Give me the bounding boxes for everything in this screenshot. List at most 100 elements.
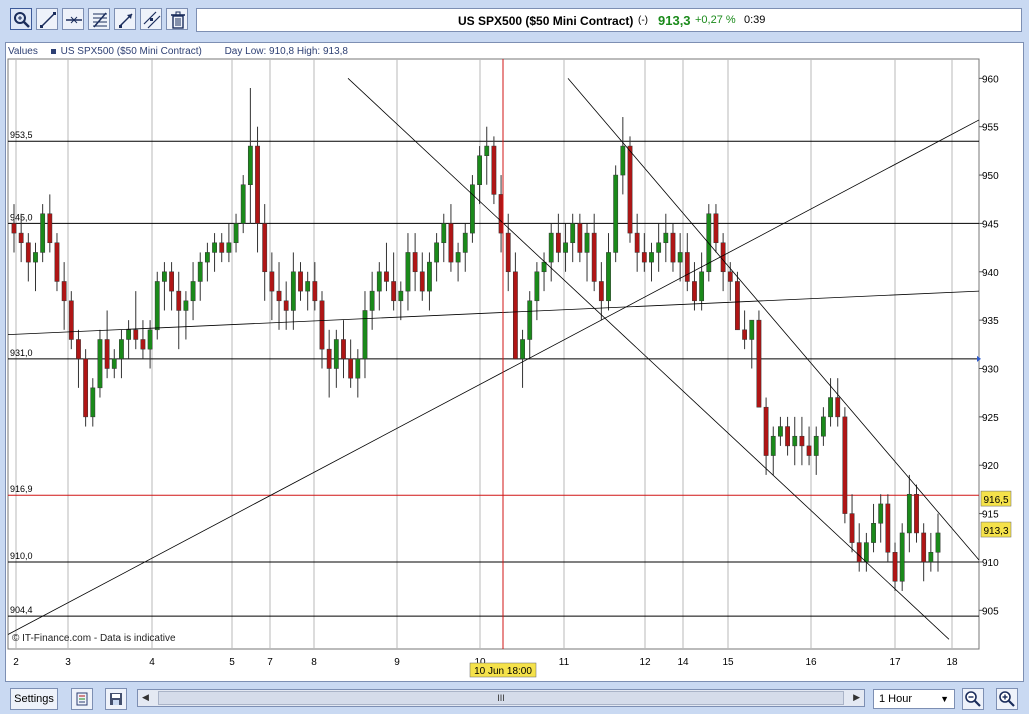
candle-down bbox=[763, 406, 769, 456]
candle-up bbox=[240, 184, 246, 224]
trash-icon[interactable] bbox=[166, 8, 188, 30]
arrow-tool-icon[interactable] bbox=[114, 8, 136, 30]
candle-down bbox=[634, 232, 640, 253]
candle-down bbox=[591, 232, 597, 282]
candle-down bbox=[133, 329, 139, 340]
y-tick-label: 940 bbox=[982, 268, 999, 279]
candle-up bbox=[190, 281, 196, 302]
horizontal-level-label: 916,9 bbox=[10, 484, 33, 494]
zoom-out-button[interactable] bbox=[962, 688, 984, 710]
scroll-right-icon[interactable]: ▶ bbox=[853, 692, 860, 703]
legend-series-swatch bbox=[50, 48, 56, 54]
candle-up bbox=[541, 261, 547, 273]
candle-down bbox=[169, 271, 174, 292]
candle-up bbox=[333, 339, 339, 369]
candle-down bbox=[627, 145, 633, 234]
candle-up bbox=[928, 552, 934, 563]
candle-down bbox=[104, 339, 110, 369]
bottom-toolbar: Settings ◀ III ▶ 1 Hour ▼ bbox=[0, 684, 1029, 714]
candle-up bbox=[663, 232, 669, 244]
candle-down bbox=[670, 232, 676, 263]
candle-up bbox=[534, 271, 540, 302]
candle-down bbox=[298, 271, 303, 292]
candle-up bbox=[183, 300, 189, 311]
scroll-left-icon[interactable]: ◀ bbox=[142, 692, 149, 703]
candle-up bbox=[649, 252, 654, 263]
timeframe-value: 1 Hour bbox=[879, 693, 913, 705]
candle-down bbox=[276, 290, 282, 302]
candle-down bbox=[348, 358, 354, 379]
candle-up bbox=[935, 532, 941, 553]
x-tick-label: 11 bbox=[559, 657, 570, 668]
candle-down bbox=[713, 213, 719, 244]
candle-down bbox=[842, 416, 848, 514]
change-indicator: (-) bbox=[638, 15, 648, 26]
scroll-thumb[interactable]: III bbox=[158, 691, 844, 705]
candle-up bbox=[813, 435, 819, 456]
candle-down bbox=[512, 271, 518, 360]
candle-down bbox=[76, 339, 81, 360]
y-tick-label: 905 bbox=[982, 606, 999, 617]
candle-down bbox=[448, 223, 454, 263]
y-tick-label: 910 bbox=[982, 558, 999, 569]
change-percent: +0,27 % bbox=[695, 14, 736, 26]
candle-down bbox=[269, 271, 275, 292]
chevron-down-icon: ▼ bbox=[940, 694, 949, 704]
candle-down bbox=[412, 252, 418, 273]
candle-up bbox=[398, 290, 404, 302]
horizontal-scrollbar[interactable]: ◀ III ▶ bbox=[137, 689, 865, 707]
zoom-in-button[interactable] bbox=[996, 688, 1018, 710]
y-tick-label: 955 bbox=[982, 123, 999, 134]
candle-up bbox=[90, 387, 96, 418]
candle-down bbox=[914, 493, 919, 534]
candle-up bbox=[749, 319, 755, 340]
candle-down bbox=[341, 339, 346, 360]
export-icon[interactable] bbox=[71, 688, 93, 710]
legend-values-label: Values bbox=[8, 46, 38, 57]
fibonacci-icon[interactable] bbox=[88, 8, 110, 30]
y-tick-label: 950 bbox=[982, 171, 999, 182]
candle-down bbox=[319, 300, 325, 350]
candle-up bbox=[470, 184, 475, 234]
timeframe-select[interactable]: 1 Hour ▼ bbox=[873, 689, 955, 709]
settings-button[interactable]: Settings bbox=[10, 688, 58, 710]
instrument-title: US SPX500 ($50 Mini Contract) bbox=[458, 14, 634, 28]
candle-down bbox=[892, 552, 898, 582]
candle-down bbox=[419, 271, 425, 292]
save-icon[interactable] bbox=[105, 688, 127, 710]
candlestick-chart[interactable]: 2 3 4 5 7 8 9 10 11 12 14 15 16 17 1890591091592092593… bbox=[6, 43, 1023, 681]
crosshair-date-label: 10 Jun 18:00 bbox=[474, 666, 532, 677]
candle-up bbox=[871, 523, 876, 543]
candle-down bbox=[756, 319, 762, 408]
candle-down bbox=[255, 145, 260, 224]
candle-down bbox=[262, 223, 268, 273]
candle-up bbox=[97, 339, 103, 389]
candle-down bbox=[921, 532, 927, 563]
x-tick-label: 12 bbox=[639, 657, 651, 668]
candle-down bbox=[598, 281, 604, 302]
line-tool-icon[interactable] bbox=[36, 8, 58, 30]
candle-down bbox=[11, 223, 17, 234]
candle-down bbox=[577, 223, 583, 253]
candle-down bbox=[856, 542, 862, 563]
chart-panel[interactable]: 2 3 4 5 7 8 9 10 11 12 14 15 16 17 18 905 910 915 920 925 93… bbox=[5, 42, 1024, 682]
quote-time: 0:39 bbox=[744, 14, 766, 26]
horizontal-level-label: 931,0 bbox=[10, 348, 33, 358]
price-tag-label: 913,3 bbox=[983, 526, 1008, 537]
candle-down bbox=[555, 232, 561, 253]
candle-up bbox=[778, 426, 783, 437]
parallel-tool-icon[interactable] bbox=[140, 8, 162, 30]
candle-up bbox=[212, 242, 217, 253]
horizontal-line-icon[interactable] bbox=[62, 8, 84, 30]
candle-down bbox=[742, 329, 748, 340]
candle-down bbox=[684, 252, 690, 282]
candle-up bbox=[677, 252, 683, 263]
candle-up bbox=[584, 232, 590, 253]
candle-up bbox=[613, 174, 619, 253]
x-tick-label: 8 bbox=[311, 657, 317, 668]
y-tick-label: 920 bbox=[982, 461, 999, 472]
zoom-tool-icon[interactable] bbox=[10, 8, 32, 30]
candle-up bbox=[233, 223, 239, 244]
candle-down bbox=[326, 348, 332, 369]
candle-up bbox=[770, 435, 776, 456]
